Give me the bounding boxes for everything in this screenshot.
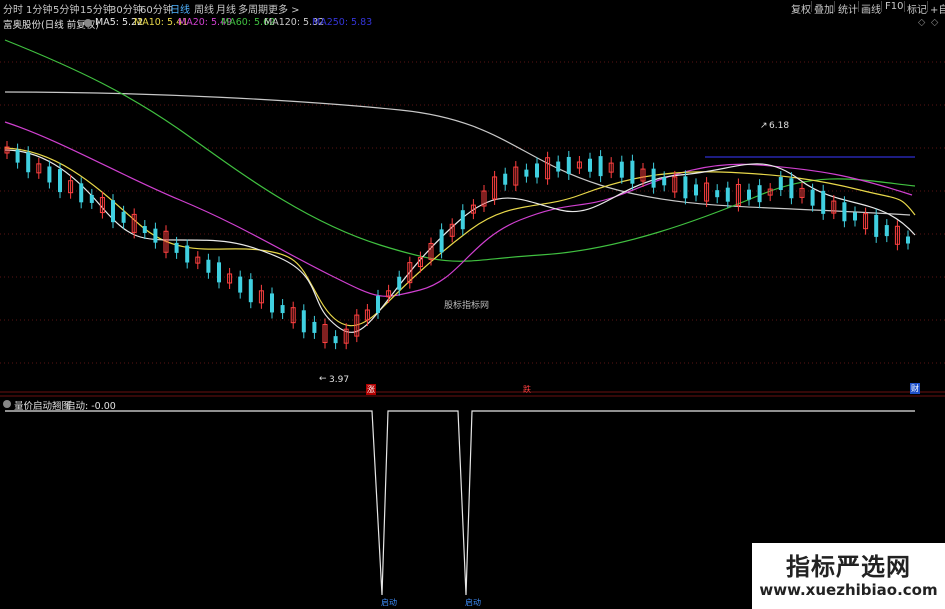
sub-settings-circle-icon[interactable] (3, 400, 11, 408)
rise-marker: 涨 (366, 384, 376, 395)
high-arrow-icon: ↗ (760, 121, 768, 131)
center-watermark-text: 股标指标网 (444, 301, 490, 311)
indicator-value: 启动: -0.00 (66, 401, 116, 412)
low-arrow-icon: ← (319, 374, 327, 384)
site-watermark: 指标严选网 www.xuezhibiao.com (752, 543, 945, 609)
watermark-title: 指标严选网 (786, 553, 911, 581)
high-price-label: 6.18 (769, 121, 790, 131)
fall-marker: 跌 (523, 385, 531, 394)
signal-label-1: 启动 (381, 598, 397, 607)
finance-marker: 财 (910, 383, 920, 394)
signal-label-2: 启动 (465, 598, 481, 607)
watermark-url: www.xuezhibiao.com (759, 581, 938, 599)
indicator-name: 量价启动翘图 (14, 401, 72, 412)
sub-chart-legend: 量价启动翘图 启动: -0.00 (0, 397, 400, 412)
low-price-label: 3.97 (329, 375, 350, 385)
